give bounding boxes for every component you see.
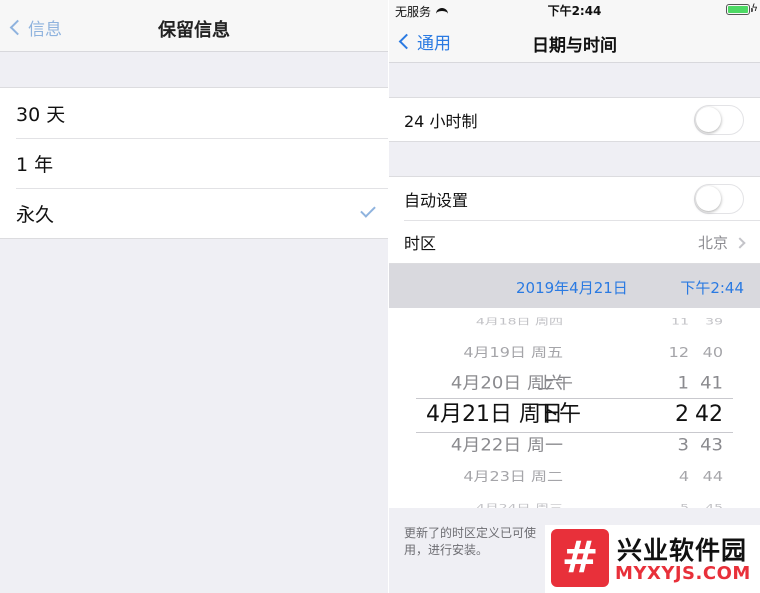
- picker-minute: 43: [700, 435, 723, 456]
- picker-date: 4月24日 周三: [475, 503, 563, 508]
- picker-hour: 12: [668, 344, 689, 361]
- watermark-url: MYXYJS.COM: [615, 563, 751, 584]
- picker-minute: 42: [695, 402, 723, 427]
- date-time-screen: 无服务 下午2:44 ϟ 通用 日期与时间 24 小时制 自动设置 时区 北京: [389, 0, 760, 593]
- picker-row[interactable]: 4月18日 周四 11 39: [389, 313, 760, 331]
- page-title: 日期与时间: [532, 36, 617, 56]
- picker-row[interactable]: 4月22日 周一 3 43: [389, 432, 760, 460]
- auto-set-toggle[interactable]: [694, 184, 744, 214]
- picker-hour: 11: [671, 317, 689, 327]
- picker-selection-line-top: [416, 398, 733, 399]
- hour24-label: 24 小时制: [404, 111, 478, 131]
- option-30-days[interactable]: 30 天: [0, 88, 388, 138]
- toggle-knob: [696, 107, 721, 132]
- picker-minute: 39: [705, 317, 723, 327]
- option-label: 永久: [16, 203, 55, 226]
- battery-icon: [726, 4, 753, 15]
- watermark: # 兴业软件园 MYXYJS.COM: [545, 525, 760, 593]
- checkmark-icon: [360, 202, 376, 218]
- chevron-right-icon: [734, 236, 746, 249]
- picker-date: 4月18日 周四: [475, 317, 563, 327]
- picker-hour: 5: [680, 503, 689, 508]
- timezone-label: 时区: [404, 233, 437, 253]
- date-time-picker[interactable]: 4月18日 周四 11 39 4月19日 周五 12 40 4月20日 周六 上午 1 41 4月2…: [389, 308, 760, 508]
- picker-row[interactable]: 4月23日 周二 4 44: [389, 465, 760, 490]
- left-navbar: 信息 保留信息: [0, 0, 388, 52]
- status-time: 下午2:44: [547, 4, 602, 18]
- right-navbar: 通用 日期与时间: [389, 20, 760, 63]
- hour24-toggle[interactable]: [694, 105, 744, 135]
- picker-row[interactable]: 4月21日 周日 下午 2 42: [389, 400, 760, 430]
- picker-row[interactable]: 4月19日 周五 12 40: [389, 341, 760, 366]
- selected-date: 2019年4月21日: [516, 279, 628, 297]
- picker-minute: 41: [700, 373, 723, 394]
- toggle-knob: [696, 186, 721, 211]
- retain-messages-screen: 信息 保留信息 30 天 1 年 永久: [0, 0, 388, 593]
- hour24-row: 24 小时制: [389, 98, 760, 141]
- picker-minute: 45: [705, 503, 723, 508]
- picker-row[interactable]: 4月20日 周六 上午 1 41: [389, 370, 760, 398]
- picker-row[interactable]: 4月24日 周三 5 45: [389, 499, 760, 508]
- picker-hour: 1: [677, 373, 689, 394]
- auto-set-label: 自动设置: [404, 190, 469, 210]
- watermark-logo-icon: #: [551, 529, 609, 587]
- watermark-name: 兴业软件园: [617, 536, 748, 565]
- picker-date: 4月19日 周五: [463, 344, 563, 361]
- picker-hour: 2: [675, 402, 689, 427]
- auto-set-row: 自动设置: [389, 177, 760, 220]
- charging-bolt-icon: ϟ: [751, 3, 758, 14]
- option-forever[interactable]: 永久: [0, 188, 388, 238]
- timezone-update-note: 更新了的时区定义已可使用，进行安装。: [404, 526, 537, 557]
- picker-hour: 3: [677, 435, 689, 456]
- selected-time: 下午2:44: [680, 279, 744, 297]
- option-label: 30 天: [16, 103, 66, 126]
- auto-timezone-group: 自动设置 时区 北京: [389, 176, 760, 264]
- option-1-year[interactable]: 1 年: [0, 138, 388, 188]
- timezone-row[interactable]: 时区 北京: [389, 220, 760, 263]
- hour24-group: 24 小时制: [389, 97, 760, 142]
- picker-minute: 44: [702, 468, 723, 485]
- picker-date: 4月23日 周二: [463, 468, 563, 485]
- picker-hour: 4: [678, 468, 689, 485]
- status-bar: 无服务 下午2:44 ϟ: [389, 0, 760, 20]
- battery-level: [728, 6, 748, 13]
- selected-datetime-bar[interactable]: 2019年4月21日 下午2:44: [389, 264, 760, 308]
- picker-ampm: 下午: [537, 402, 582, 427]
- timezone-value: 北京: [697, 232, 746, 253]
- picker-ampm: 上午: [537, 373, 573, 394]
- option-label: 1 年: [16, 153, 54, 176]
- timezone-city: 北京: [697, 234, 728, 252]
- retain-options-list: 30 天 1 年 永久: [0, 87, 388, 239]
- picker-date: 4月22日 周一: [450, 435, 563, 456]
- page-title: 保留信息: [158, 20, 230, 41]
- picker-minute: 40: [702, 344, 723, 361]
